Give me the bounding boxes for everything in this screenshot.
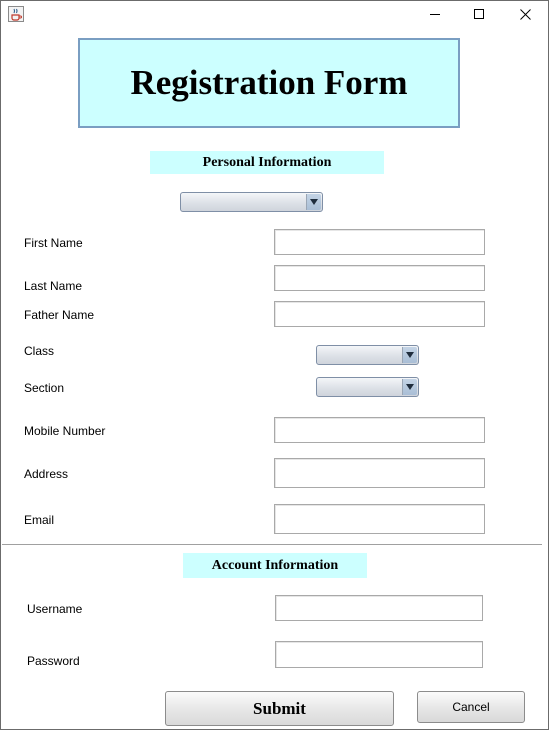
account-information-heading: Account Information	[183, 553, 367, 578]
username-label: Username	[27, 602, 83, 616]
form-title: Registration Form	[78, 38, 460, 128]
mobile-number-field[interactable]	[274, 417, 485, 443]
maximize-button[interactable]	[456, 0, 502, 29]
section-select[interactable]	[316, 377, 419, 397]
last-name-field[interactable]	[274, 265, 485, 291]
address-label: Address	[24, 467, 69, 481]
java-cup-icon	[8, 6, 24, 22]
class-select[interactable]	[316, 345, 419, 365]
password-field[interactable]	[275, 641, 483, 668]
minimize-icon	[429, 14, 440, 15]
section-divider	[2, 544, 542, 545]
address-field[interactable]	[274, 458, 485, 488]
father-name-label: Father Name	[24, 308, 95, 322]
last-name-label: Last Name	[24, 279, 83, 293]
chevron-down-icon	[306, 194, 321, 210]
submit-button[interactable]: Submit	[165, 691, 394, 726]
personal-information-heading: Personal Information	[150, 151, 384, 174]
chevron-down-icon	[402, 347, 417, 363]
password-label: Password	[27, 654, 80, 668]
first-name-label: First Name	[24, 236, 83, 250]
mobile-number-label: Mobile Number	[24, 424, 106, 438]
minimize-button[interactable]	[412, 0, 458, 29]
father-name-field[interactable]	[274, 301, 485, 327]
close-button[interactable]	[502, 0, 548, 29]
username-field[interactable]	[275, 595, 483, 621]
email-field[interactable]	[274, 504, 485, 534]
cancel-button[interactable]: Cancel	[417, 691, 525, 723]
class-label: Class	[24, 344, 55, 358]
first-name-field[interactable]	[274, 229, 485, 255]
section-label: Section	[24, 381, 65, 395]
personal-type-select[interactable]	[180, 192, 323, 212]
close-icon	[519, 9, 531, 20]
email-label: Email	[24, 513, 55, 527]
chevron-down-icon	[402, 379, 417, 395]
maximize-icon	[473, 9, 484, 19]
